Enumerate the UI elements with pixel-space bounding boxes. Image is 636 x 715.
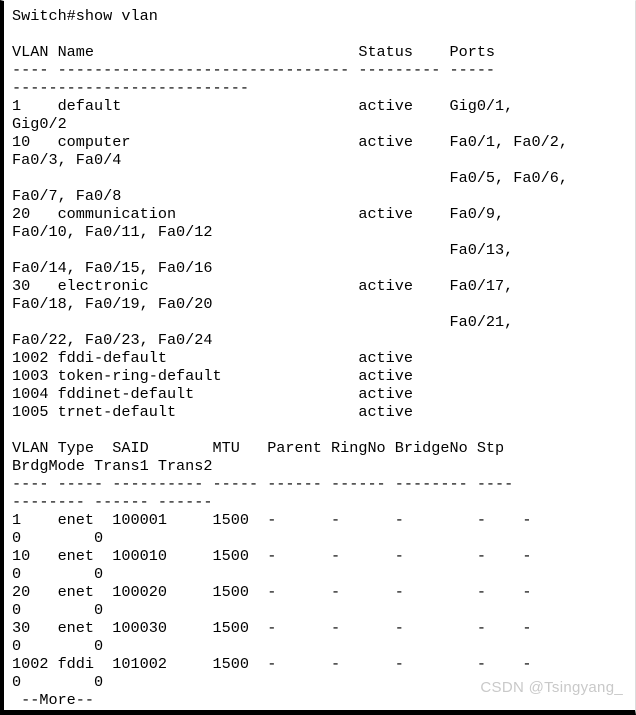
console-output: Switch#show vlan VLAN Name Status Ports … — [12, 7, 568, 709]
terminal-window[interactable]: Switch#show vlan VLAN Name Status Ports … — [0, 0, 636, 715]
